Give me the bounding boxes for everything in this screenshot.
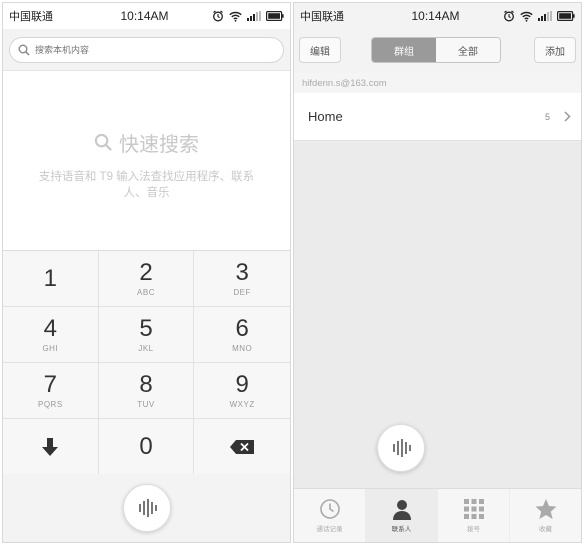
- search-icon: [18, 44, 30, 56]
- key-4[interactable]: 4 GHI: [3, 307, 99, 363]
- key-letters: ABC: [137, 287, 155, 297]
- key-7[interactable]: 7 PQRS: [3, 363, 99, 419]
- search-icon: [94, 133, 112, 151]
- key-5[interactable]: 5 JKL: [98, 307, 195, 363]
- voice-button[interactable]: [377, 424, 425, 472]
- add-button[interactable]: 添加: [534, 37, 576, 63]
- dial-keypad: 1 2 ABC 3 DEF 4 GHI 5 JKL 6 MNO 7 PQRS 8 TUV 9W…: [3, 250, 290, 475]
- dialpad-icon: [463, 499, 484, 519]
- search-box[interactable]: [9, 37, 284, 63]
- key-digit: 0: [139, 432, 153, 460]
- signal-icon: [538, 11, 552, 21]
- dialer-screen: 中国联通 10:14AM 快速搜索 支持语音和 T9 输入法查找应用程序、联系人…: [2, 2, 291, 543]
- group-row-home[interactable]: Home 5: [294, 93, 581, 141]
- chevron-right-icon: [564, 111, 571, 122]
- wifi-icon: [520, 11, 533, 22]
- tab-label: 通话记录: [316, 526, 343, 533]
- key-letters: JKL: [138, 343, 154, 353]
- key-digit: 7: [43, 370, 57, 398]
- backspace-icon: [230, 439, 255, 454]
- tab-favorites[interactable]: 收藏: [510, 489, 581, 542]
- contacts-screen: 中国联通 10:14AM 编辑 群组 全部 添加 hifdenn.s@163.c…: [293, 2, 582, 543]
- key-letters: WXYZ: [229, 399, 255, 409]
- bottom-tab-bar: 通话记录 联系人 拨号 收藏: [294, 488, 581, 542]
- status-bar: 中国联通 10:14AM: [294, 3, 581, 29]
- battery-icon: [266, 11, 284, 21]
- tab-contacts[interactable]: 联系人: [366, 489, 438, 542]
- quick-search-title: 快速搜索: [119, 134, 199, 156]
- account-label: hifdenn.s@163.com: [294, 73, 581, 93]
- key-0[interactable]: 0: [98, 419, 195, 475]
- status-icons: [212, 10, 284, 22]
- key-digit: 8: [139, 370, 153, 398]
- tab-label: 拨号: [467, 526, 480, 533]
- key-9[interactable]: 9 WXYZ: [194, 363, 290, 419]
- key-digit: 1: [43, 264, 57, 292]
- status-bar: 中国联通 10:14AM: [3, 3, 290, 29]
- view-segmented-control: 群组 全部: [371, 37, 501, 63]
- key-letters: PQRS: [37, 399, 63, 409]
- key-2[interactable]: 2 ABC: [98, 251, 195, 307]
- tab-groups[interactable]: 群组: [372, 38, 436, 62]
- key-letters: TUV: [137, 399, 155, 409]
- key-digit: 2: [139, 258, 153, 286]
- voice-icon: [393, 439, 411, 457]
- edit-button[interactable]: 编辑: [299, 37, 341, 63]
- key-8[interactable]: 8 TUV: [98, 363, 195, 419]
- key-digit: 6: [235, 314, 249, 342]
- tab-dialpad[interactable]: 拨号: [438, 489, 510, 542]
- alarm-icon: [213, 10, 223, 22]
- quick-search-hint: 快速搜索 支持语音和 T9 输入法查找应用程序、联系人、音乐: [3, 128, 290, 201]
- key-digit: 9: [235, 370, 249, 398]
- tab-label: 收藏: [539, 526, 552, 533]
- group-count: 5: [544, 111, 550, 122]
- wifi-icon: [229, 11, 242, 22]
- quick-search-title-row: 快速搜索: [3, 128, 290, 157]
- key-6[interactable]: 6 MNO: [194, 307, 290, 363]
- tab-all[interactable]: 全部: [436, 38, 500, 62]
- voice-area: [3, 474, 290, 542]
- tab-label: 联系人: [391, 526, 412, 533]
- arrow-down-icon: [42, 437, 59, 456]
- key-letters: GHI: [42, 343, 59, 353]
- collapse-keypad-button[interactable]: [3, 419, 99, 475]
- search-bar: [3, 29, 290, 71]
- group-name: Home: [308, 109, 343, 124]
- signal-icon: [247, 11, 261, 21]
- key-digit: 4: [43, 314, 57, 342]
- status-icons: [503, 10, 575, 22]
- clock-icon: [319, 499, 340, 519]
- battery-icon: [557, 11, 575, 21]
- group-list-empty-area: [294, 142, 581, 490]
- voice-icon: [139, 499, 157, 517]
- tab-call-log[interactable]: 通话记录: [294, 489, 366, 542]
- search-input[interactable]: [35, 45, 235, 55]
- clock-time: 10:14AM: [120, 9, 169, 23]
- key-digit: 5: [139, 314, 153, 342]
- key-digit: 3: [235, 258, 249, 286]
- carrier-label: 中国联通: [9, 11, 53, 23]
- star-icon: [535, 499, 556, 519]
- key-1[interactable]: 1: [3, 251, 99, 307]
- voice-button[interactable]: [123, 484, 171, 532]
- key-letters: DEF: [233, 287, 251, 297]
- clock-time: 10:14AM: [411, 9, 460, 23]
- person-icon: [392, 500, 411, 520]
- key-letters: MNO: [232, 343, 253, 353]
- key-3[interactable]: 3 DEF: [194, 251, 290, 307]
- carrier-label: 中国联通: [300, 11, 344, 23]
- alarm-icon: [504, 10, 514, 22]
- quick-search-description: 支持语音和 T9 输入法查找应用程序、联系人、音乐: [38, 171, 255, 199]
- contacts-toolbar: 编辑 群组 全部 添加: [294, 29, 581, 73]
- backspace-button[interactable]: [194, 419, 290, 475]
